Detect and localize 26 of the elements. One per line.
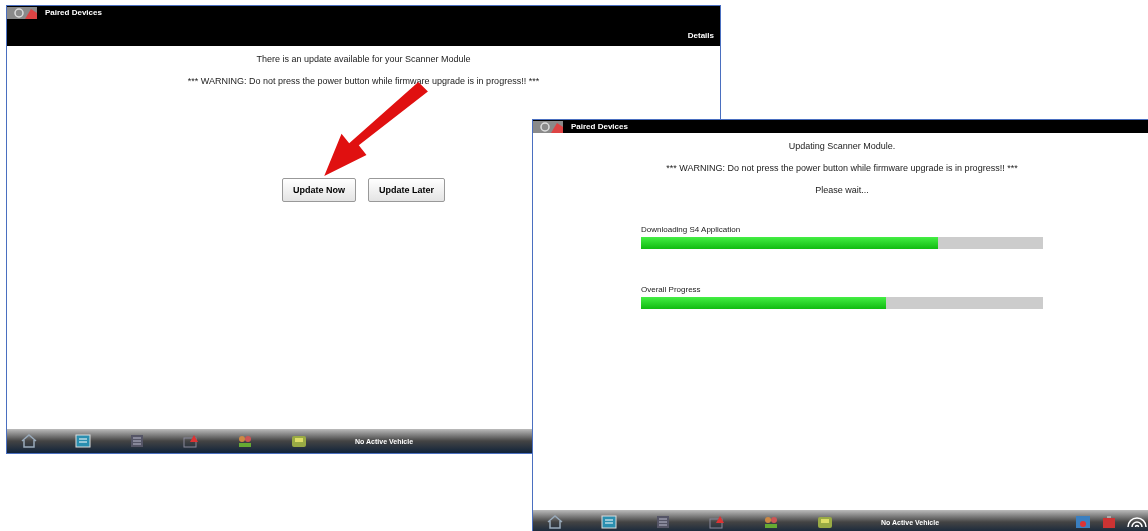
people-icon [763, 515, 779, 529]
home-icon [547, 515, 563, 529]
window-title: Paired Devices [45, 8, 102, 17]
wait-text: Please wait... [815, 185, 869, 195]
warning-icon [183, 434, 199, 448]
update-message: Updating Scanner Module. [788, 141, 896, 151]
document-icon [601, 515, 617, 529]
warning-text: *** WARNING: Do not press the power button while firmware upgrade is in progress!! *** [187, 76, 540, 86]
home-icon [21, 434, 37, 448]
document-icon [75, 434, 91, 448]
battery-icon [1101, 515, 1117, 529]
app-logo-icon [533, 120, 563, 133]
checklist-icon [129, 434, 145, 448]
app-logo-icon [7, 6, 37, 19]
warning-text: *** WARNING: Do not press the power button while firmware upgrade is in progress!! *** [666, 163, 1018, 173]
checklist-icon [655, 515, 671, 529]
update-button[interactable]: Update Later [368, 178, 445, 202]
update-button[interactable]: Update Now [282, 178, 356, 202]
warning-icon [709, 515, 725, 529]
window-title: Paired Devices [571, 122, 628, 131]
details-link[interactable]: Details [687, 31, 714, 40]
progress-label: Overall Progress [641, 285, 702, 294]
update-message: There is an update available for your Scanner Module [256, 54, 471, 64]
people-icon [237, 434, 253, 448]
wireless-icon [1127, 517, 1147, 527]
progress-label: Downloading S4 Application [641, 225, 742, 234]
